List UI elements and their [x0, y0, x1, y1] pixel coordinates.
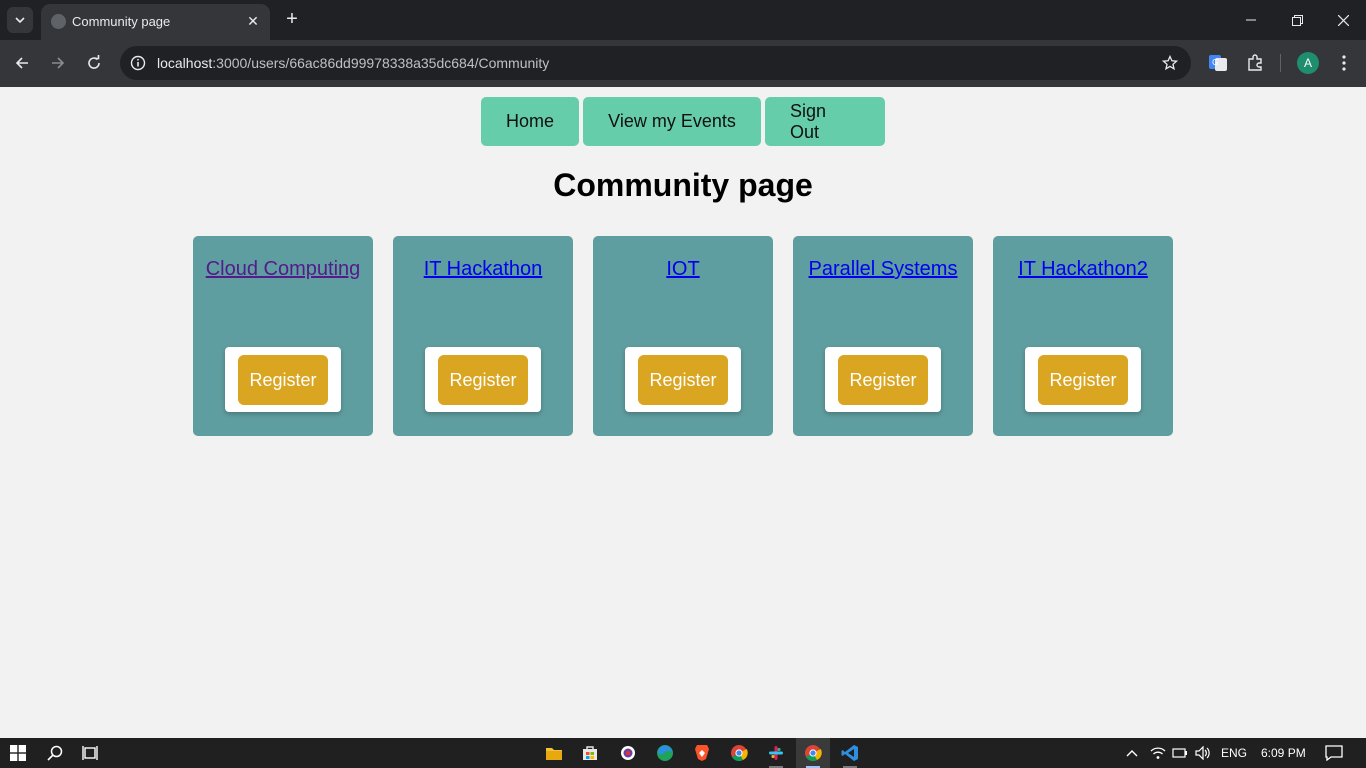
battery-icon[interactable] — [1169, 742, 1191, 764]
tab-title: Community page — [72, 14, 171, 29]
toolbar-divider — [1280, 54, 1281, 72]
file-explorer-icon[interactable] — [543, 742, 565, 764]
microsoft-store-icon[interactable] — [579, 742, 601, 764]
register-container: Register — [825, 347, 941, 412]
bookmark-star-icon[interactable] — [1161, 54, 1179, 72]
arrow-left-icon — [15, 57, 28, 69]
address-bar[interactable]: localhost:3000/users/66ac86dd99978338a35… — [120, 46, 1191, 80]
close-icon — [1337, 14, 1349, 26]
community-card: Cloud Computing Register — [193, 236, 373, 436]
register-button[interactable]: Register — [438, 355, 528, 405]
view-my-events-button[interactable]: View my Events — [583, 97, 761, 146]
minimize-button[interactable] — [1228, 0, 1274, 40]
chevron-down-icon — [15, 17, 25, 24]
community-link[interactable]: Parallel Systems — [793, 258, 973, 281]
browser-tab-active[interactable]: Community page ✕ — [41, 4, 270, 40]
url-text[interactable]: localhost:3000/users/66ac86dd99978338a35… — [157, 55, 549, 71]
forward-button[interactable] — [45, 50, 71, 76]
arrow-right-icon — [52, 57, 65, 69]
register-container: Register — [1025, 347, 1141, 412]
community-card: Parallel Systems Register — [793, 236, 973, 436]
task-view-icon[interactable] — [79, 742, 101, 764]
community-card: IT Hackathon Register — [393, 236, 573, 436]
community-link[interactable]: IT Hackathon — [393, 258, 573, 281]
globe-icon — [51, 14, 66, 29]
profile-avatar[interactable]: A — [1297, 52, 1319, 74]
community-card: IOT Register — [593, 236, 773, 436]
chrome-icon[interactable] — [802, 742, 824, 764]
brave-browser-icon[interactable] — [691, 742, 713, 764]
register-container: Register — [625, 347, 741, 412]
register-container: Register — [425, 347, 541, 412]
browser-toolbar: localhost:3000/users/66ac86dd99978338a35… — [0, 40, 1366, 87]
back-button[interactable] — [9, 50, 35, 76]
site-info-icon[interactable] — [129, 54, 147, 72]
new-tab-button[interactable]: + — [281, 8, 303, 30]
top-navigation: Home View my Events Sign Out — [0, 97, 1366, 146]
kebab-menu-icon[interactable] — [1332, 51, 1356, 75]
windows-start-icon[interactable] — [7, 742, 29, 764]
close-icon[interactable]: ✕ — [244, 12, 262, 30]
reload-button[interactable] — [81, 50, 107, 76]
app-icon[interactable] — [617, 742, 639, 764]
register-button[interactable]: Register — [238, 355, 328, 405]
extensions-puzzle-icon[interactable] — [1243, 51, 1267, 75]
slack-icon[interactable] — [765, 742, 787, 764]
restore-button[interactable] — [1274, 0, 1320, 40]
community-link[interactable]: IT Hackathon2 — [993, 258, 1173, 281]
minimize-icon — [1246, 19, 1256, 21]
browser-tab-bar: Community page ✕ + — [0, 0, 1366, 40]
community-card-list: Cloud Computing Register IT Hackathon Re… — [193, 236, 1173, 436]
input-language-indicator[interactable]: ENG — [1221, 746, 1247, 760]
edge-browser-icon[interactable] — [654, 742, 676, 764]
window-close-button[interactable] — [1320, 0, 1366, 40]
chrome-icon[interactable] — [728, 742, 750, 764]
chevron-up-icon[interactable] — [1121, 742, 1143, 764]
taskbar-clock[interactable]: 6:09 PM — [1261, 746, 1306, 760]
wifi-icon[interactable] — [1147, 742, 1169, 764]
tab-search-button[interactable] — [7, 7, 33, 33]
url-path: :3000/users/66ac86dd99978338a35dc684/Com… — [212, 55, 550, 71]
url-host: localhost — [157, 55, 213, 71]
community-card: IT Hackathon2 Register — [993, 236, 1173, 436]
reload-icon — [88, 55, 100, 69]
home-button[interactable]: Home — [481, 97, 579, 146]
page-title: Community page — [553, 167, 813, 203]
notification-center-icon[interactable] — [1323, 742, 1345, 764]
google-translate-icon[interactable]: G — [1206, 51, 1230, 75]
vscode-icon[interactable] — [839, 742, 861, 764]
community-link[interactable]: Cloud Computing — [193, 258, 373, 281]
register-container: Register — [225, 347, 341, 412]
page-content: Home View my Events Sign Out Community p… — [0, 87, 1366, 738]
search-icon[interactable] — [44, 742, 66, 764]
svg-text:G: G — [1212, 58, 1218, 67]
community-link[interactable]: IOT — [593, 258, 773, 281]
register-button[interactable]: Register — [1038, 355, 1128, 405]
restore-icon — [1291, 14, 1303, 26]
windows-taskbar: ENG 6:09 PM — [0, 738, 1366, 768]
register-button[interactable]: Register — [838, 355, 928, 405]
register-button[interactable]: Register — [638, 355, 728, 405]
sign-out-button[interactable]: Sign Out — [765, 97, 885, 146]
volume-icon[interactable] — [1192, 742, 1214, 764]
